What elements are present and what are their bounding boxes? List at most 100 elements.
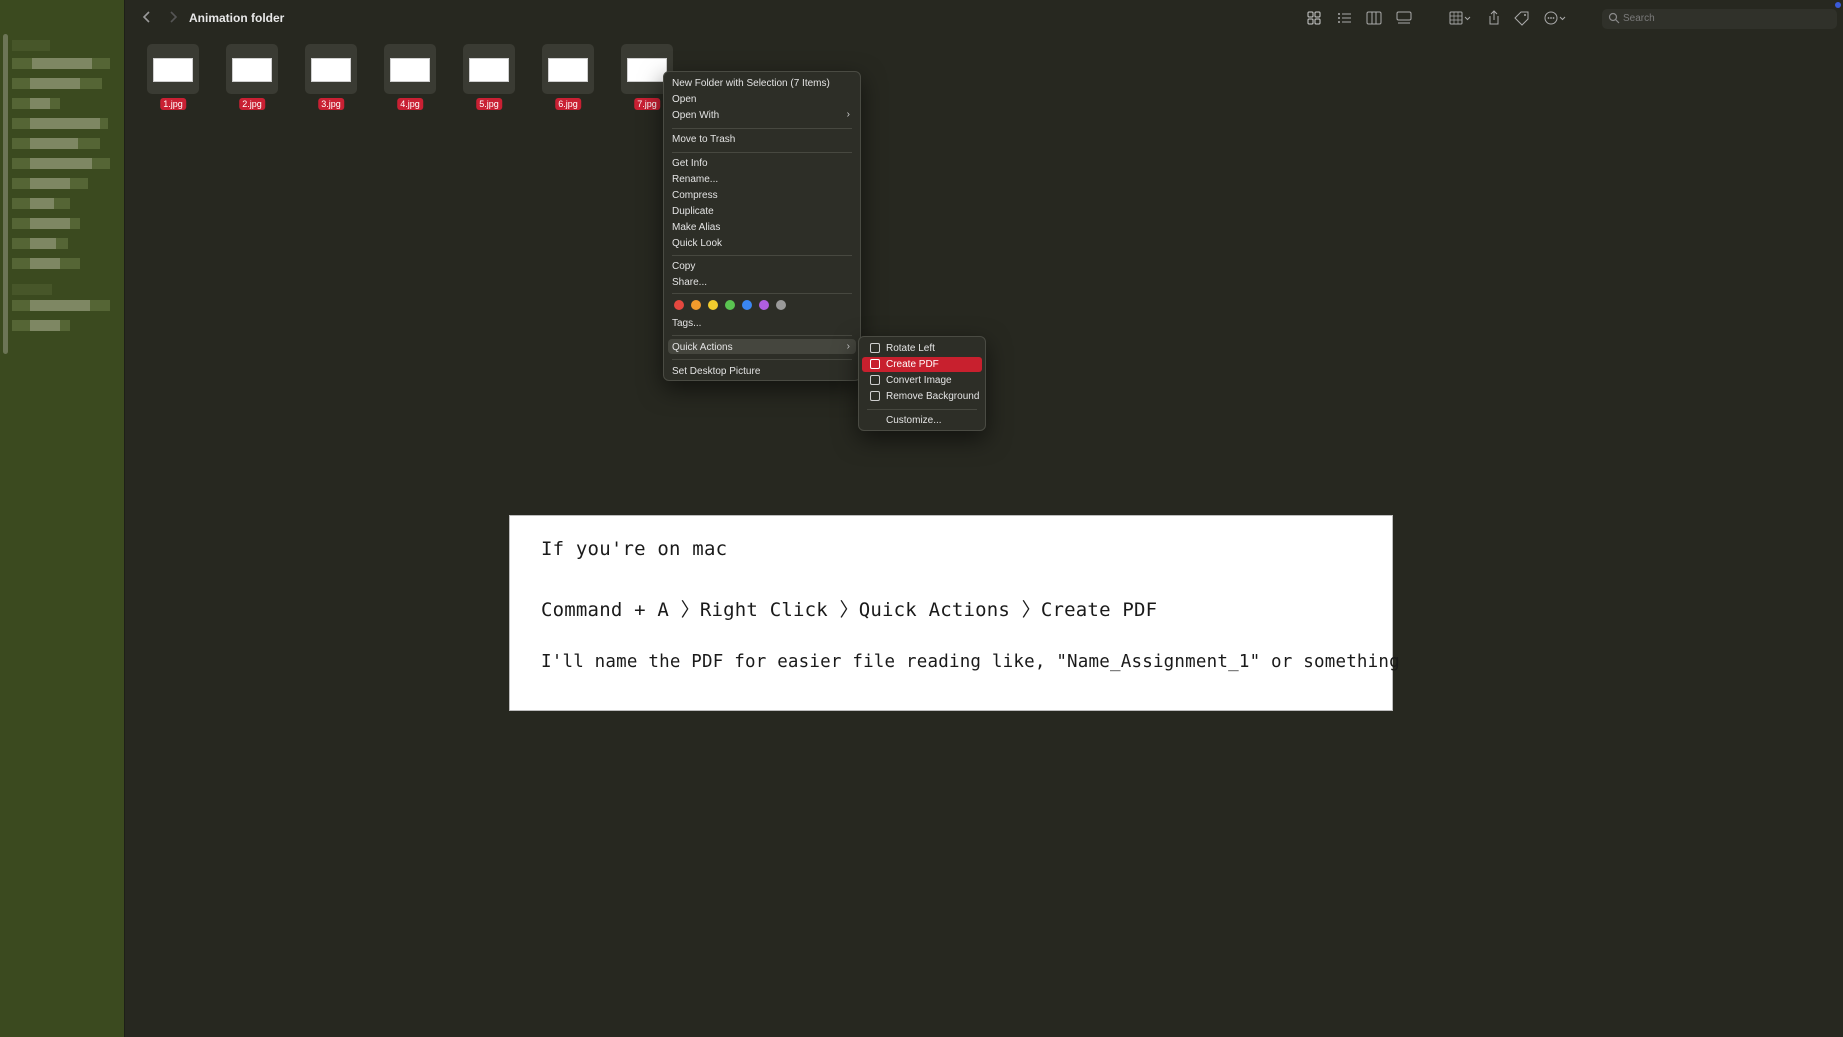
convert-image-icon — [870, 375, 880, 385]
share-icon[interactable] — [1485, 10, 1503, 26]
more-actions-icon[interactable] — [1543, 10, 1569, 26]
sidebar-item[interactable] — [12, 138, 100, 149]
window-title: Animation folder — [189, 11, 285, 25]
file-item[interactable]: 2.jpg — [226, 44, 278, 112]
menu-item-compress[interactable]: Compress — [672, 190, 718, 201]
menu-separator — [672, 255, 852, 256]
finder-window: Animation folder Search 1.jpg 2.jpg 3.jp… — [0, 0, 1843, 1037]
sidebar-item[interactable] — [12, 78, 102, 89]
back-button[interactable] — [137, 8, 157, 28]
tag-color-green[interactable] — [725, 300, 735, 310]
menu-separator — [672, 152, 852, 153]
search-icon — [1608, 12, 1620, 24]
sidebar-item[interactable] — [12, 198, 70, 209]
context-menu: New Folder with Selection (7 Items) Open… — [663, 71, 861, 381]
chevron-right-icon — [170, 11, 178, 23]
menu-separator — [672, 293, 852, 294]
menu-item-open-with[interactable]: Open With — [672, 110, 719, 121]
file-name: 2.jpg — [239, 98, 265, 110]
quick-actions-submenu: Rotate Left Create PDF Convert Image Rem… — [858, 336, 986, 431]
sidebar-item[interactable] — [12, 320, 70, 331]
tag-color-yellow[interactable] — [708, 300, 718, 310]
sidebar-item[interactable] — [12, 218, 80, 229]
file-thumbnail — [469, 58, 509, 82]
file-name: 1.jpg — [160, 98, 186, 110]
menu-separator — [867, 409, 977, 410]
remove-background-icon — [870, 391, 880, 401]
list-view-icon[interactable] — [1335, 10, 1353, 26]
file-name: 4.jpg — [397, 98, 423, 110]
icon-view-icon[interactable] — [1305, 10, 1323, 26]
note-line-2: Command + A 〉Right Click 〉Quick Actions … — [541, 599, 1158, 621]
file-item[interactable]: 4.jpg — [384, 44, 436, 112]
menu-item-rename[interactable]: Rename... — [672, 174, 718, 185]
chevron-left-icon — [142, 11, 150, 23]
menu-item-duplicate[interactable]: Duplicate — [672, 206, 714, 217]
sidebar-scrollbar[interactable] — [3, 34, 8, 354]
sidebar-item[interactable] — [12, 284, 52, 295]
menu-item-create-pdf[interactable]: Create PDF — [886, 359, 939, 370]
tag-color-orange[interactable] — [691, 300, 701, 310]
menu-item-convert-image[interactable]: Convert Image — [886, 375, 952, 386]
gallery-view-icon[interactable] — [1395, 10, 1413, 26]
sidebar-item[interactable] — [12, 58, 110, 69]
note-line-3: I'll name the PDF for easier file readin… — [541, 652, 1400, 672]
search-placeholder: Search — [1623, 13, 1655, 24]
search-field[interactable]: Search — [1602, 9, 1837, 29]
menu-separator — [672, 359, 852, 360]
menu-item-set-desktop-picture[interactable]: Set Desktop Picture — [672, 366, 760, 377]
forward-button[interactable] — [163, 8, 183, 28]
file-thumbnail — [390, 58, 430, 82]
menu-item-make-alias[interactable]: Make Alias — [672, 222, 720, 233]
file-item[interactable]: 3.jpg — [305, 44, 357, 112]
file-thumbnail — [153, 58, 193, 82]
file-item[interactable]: 5.jpg — [463, 44, 515, 112]
tag-color-red[interactable] — [674, 300, 684, 310]
menu-item-get-info[interactable]: Get Info — [672, 158, 708, 169]
status-dot — [1835, 2, 1841, 8]
sidebar-item[interactable] — [12, 118, 108, 129]
tag-color-blue[interactable] — [742, 300, 752, 310]
file-name: 7.jpg — [634, 98, 660, 110]
tag-color-purple[interactable] — [759, 300, 769, 310]
file-item[interactable]: 6.jpg — [542, 44, 594, 112]
file-thumbnail — [311, 58, 351, 82]
menu-item-rotate-left[interactable]: Rotate Left — [886, 343, 935, 354]
group-by-icon[interactable] — [1448, 10, 1474, 26]
menu-item-quick-actions[interactable]: Quick Actions — [672, 342, 733, 353]
menu-item-customize[interactable]: Customize... — [886, 415, 942, 426]
file-name: 6.jpg — [555, 98, 581, 110]
create-pdf-icon — [870, 359, 880, 369]
sidebar-item[interactable] — [12, 258, 80, 269]
menu-item-open[interactable]: Open — [672, 94, 696, 105]
chevron-right-icon: › — [846, 109, 850, 120]
instruction-note: If you're on mac Command + A 〉Right Clic… — [509, 515, 1400, 711]
note-line-1: If you're on mac — [541, 538, 728, 560]
menu-item-remove-background[interactable]: Remove Background — [886, 391, 979, 402]
sidebar-item[interactable] — [12, 158, 110, 169]
file-name: 5.jpg — [476, 98, 502, 110]
rotate-left-icon — [870, 343, 880, 353]
file-thumbnail — [548, 58, 588, 82]
menu-separator — [672, 335, 852, 336]
menu-item-new-folder-with-selection[interactable]: New Folder with Selection (7 Items) — [672, 78, 830, 89]
menu-separator — [672, 128, 852, 129]
sidebar — [0, 0, 125, 1037]
chevron-right-icon: › — [846, 341, 850, 352]
menu-item-quick-look[interactable]: Quick Look — [672, 238, 722, 249]
sidebar-item[interactable] — [12, 300, 110, 311]
file-item[interactable]: 1.jpg — [147, 44, 199, 112]
menu-item-move-to-trash[interactable]: Move to Trash — [672, 134, 735, 145]
tag-color-gray[interactable] — [776, 300, 786, 310]
sidebar-item[interactable] — [12, 40, 50, 51]
tag-icon[interactable] — [1513, 10, 1531, 26]
sidebar-item[interactable] — [12, 98, 60, 109]
sidebar-item[interactable] — [12, 238, 68, 249]
column-view-icon[interactable] — [1365, 10, 1383, 26]
toolbar: Animation folder Search — [125, 0, 1843, 38]
file-thumbnail — [232, 58, 272, 82]
menu-item-share[interactable]: Share... — [672, 277, 707, 288]
menu-item-copy[interactable]: Copy — [672, 261, 695, 272]
menu-item-tags[interactable]: Tags... — [672, 318, 701, 329]
sidebar-item[interactable] — [12, 178, 88, 189]
